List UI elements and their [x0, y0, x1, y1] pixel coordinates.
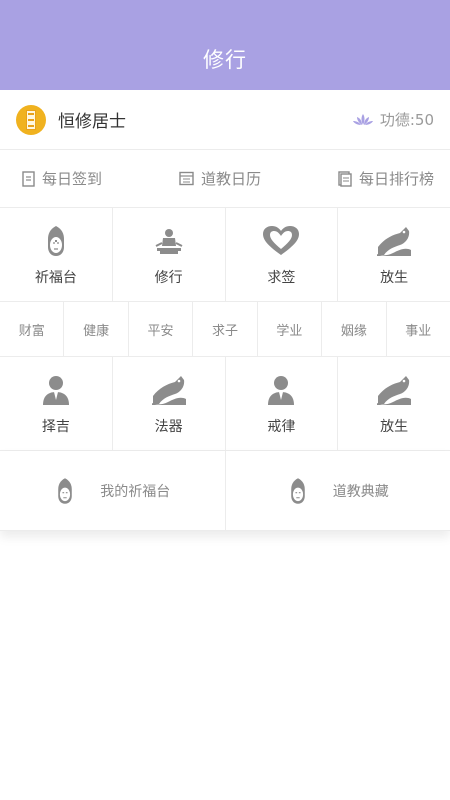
auspicious-day-label: 择吉 — [41, 418, 70, 435]
tag-career[interactable]: 事业 — [387, 302, 450, 356]
divination-label: 求签 — [267, 269, 296, 286]
cultivation-button[interactable]: 修行 — [113, 208, 226, 301]
buddha-head-icon — [58, 477, 73, 504]
calendar-icon — [179, 171, 194, 186]
prayer-altar-label: 祈福台 — [34, 269, 77, 286]
release-life-label-2: 放生 — [380, 418, 409, 435]
app-header: 修行 — [0, 0, 450, 90]
taoist-canon-label: 道教典藏 — [332, 483, 389, 500]
tag-marriage[interactable]: 姻缘 — [322, 302, 387, 356]
person-icon — [42, 375, 69, 405]
talisman-icon — [26, 109, 36, 130]
release-life-button-2[interactable]: 放生 — [338, 357, 450, 450]
tag-safety[interactable]: 平安 — [129, 302, 194, 356]
my-prayer-altar-label: 我的祈福台 — [100, 483, 171, 500]
tag-study[interactable]: 学业 — [258, 302, 323, 356]
ranking-link[interactable]: 每日排行榜 — [338, 168, 434, 189]
user-name: 恒修居士 — [58, 112, 126, 132]
bottom-links: 我的祈福台 道教典藏 — [0, 451, 450, 531]
precepts-button[interactable]: 戒律 — [226, 357, 339, 450]
ritual-tools-button[interactable]: 法器 — [113, 357, 226, 450]
checkin-icon — [22, 170, 35, 187]
lotus-icon — [352, 113, 373, 125]
heart-hands-icon — [263, 225, 300, 255]
buddha-head-icon — [290, 477, 305, 504]
release-life-button[interactable]: 放生 — [338, 208, 450, 301]
tag-health[interactable]: 健康 — [64, 302, 129, 356]
prayer-altar-button[interactable]: 祈福台 — [0, 208, 113, 301]
ranking-label: 每日排行榜 — [358, 170, 434, 188]
fish-wave-icon — [377, 375, 412, 405]
person-icon — [268, 375, 295, 405]
ritual-tools-label: 法器 — [154, 418, 183, 435]
release-life-label: 放生 — [380, 269, 409, 286]
checkin-label: 每日签到 — [42, 170, 103, 188]
cultivation-label: 修行 — [154, 269, 183, 286]
tag-wealth[interactable]: 财富 — [0, 302, 65, 356]
calendar-label: 道教日历 — [200, 170, 261, 188]
avatar[interactable] — [16, 104, 46, 135]
auspicious-day-button[interactable]: 择吉 — [0, 357, 113, 450]
ranking-icon — [338, 170, 352, 187]
fish-wave-icon — [151, 375, 186, 405]
tag-children[interactable]: 求子 — [193, 302, 258, 356]
my-prayer-altar-button[interactable]: 我的祈福台 — [0, 451, 226, 530]
checkin-link[interactable]: 每日签到 — [22, 168, 102, 189]
page-title: 修行 — [203, 48, 247, 72]
meditation-icon — [155, 228, 183, 254]
precepts-label: 戒律 — [267, 418, 296, 435]
quick-links: 每日签到 道教日历 每日排行榜 — [0, 150, 450, 208]
user-info-row[interactable]: 恒修居士 功德:50 — [0, 90, 450, 150]
prayer-category-tags: 财富 健康 平安 求子 学业 姻缘 事业 — [0, 302, 450, 357]
divination-button[interactable]: 求签 — [226, 208, 339, 301]
fish-wave-icon — [377, 226, 412, 256]
taoist-canon-button[interactable]: 道教典藏 — [226, 451, 450, 530]
merit-display: 功德:50 — [352, 109, 434, 130]
calendar-link[interactable]: 道教日历 — [179, 168, 261, 189]
merit-value: 功德:50 — [379, 111, 434, 129]
feature-grid-top: 祈福台 修行 求签 放生 — [0, 208, 450, 302]
buddha-head-icon — [47, 225, 64, 256]
feature-grid-mid: 择吉 法器 戒律 放生 — [0, 357, 450, 451]
